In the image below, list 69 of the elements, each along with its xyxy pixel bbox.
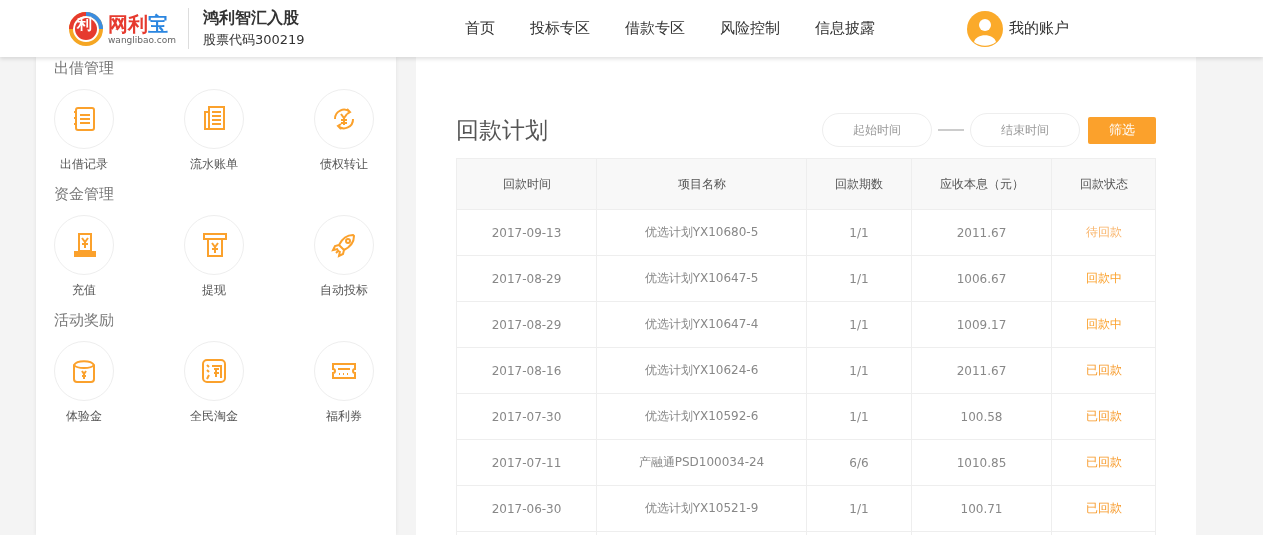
table-cell: 100.71 — [911, 485, 1052, 532]
column-header: 项目名称 — [596, 158, 807, 210]
logo-name-suffix: 宝 — [148, 11, 168, 36]
column-header: 应收本息（元） — [911, 158, 1052, 210]
nav-link[interactable]: 首页 — [464, 19, 495, 38]
column-header: 回款期数 — [806, 158, 912, 210]
table-cell: 1/1 — [806, 209, 912, 256]
menu-label: 债权转让 — [319, 156, 369, 173]
status-cell: 待回款 — [1051, 209, 1156, 256]
status-cell: 已回款 — [1051, 439, 1156, 486]
table-cell: 优选计划YX10647-4 — [596, 301, 807, 348]
table-cell: 1009.17 — [911, 301, 1052, 348]
menu-label: 福利券 — [325, 408, 363, 425]
status-cell: 已回款 — [1051, 393, 1156, 440]
stock-code: 股票代码300219 — [202, 31, 305, 49]
table-cell: 2017-08-16 — [456, 347, 597, 394]
table-cell: 6/6 — [806, 439, 912, 486]
logo-name: 网利 — [108, 11, 148, 36]
menu-label: 自动投标 — [319, 282, 369, 299]
table-cell: 优选计划YX10624-6 — [596, 347, 807, 394]
table-cell: 优选计划YX10521-9 — [596, 485, 807, 532]
menu-label: 流水账单 — [189, 156, 239, 173]
account-link[interactable]: 我的账户 — [1008, 19, 1069, 38]
start-date-field[interactable]: 起始时间 — [822, 113, 932, 147]
table-cell: 优选计划YX10592-6 — [596, 393, 807, 440]
table-cell: 2017-08-29 — [456, 255, 597, 302]
section-title: 活动奖励 — [54, 310, 115, 331]
end-date-field[interactable]: 结束时间 — [970, 113, 1080, 147]
section-title: 资金管理 — [54, 184, 115, 205]
menu-label: 出借记录 — [59, 156, 109, 173]
table-cell: 2017-08-29 — [456, 301, 597, 348]
column-header: 回款时间 — [456, 158, 597, 210]
avatar-icon[interactable] — [966, 10, 1003, 47]
slogan: 鸿利智汇入股 — [202, 8, 300, 29]
logo-domain: wanglibao.com — [108, 34, 176, 45]
logo-icon — [68, 10, 104, 47]
menu-label: 体验金 — [65, 408, 103, 425]
nav-link[interactable]: 信息披露 — [814, 19, 875, 38]
table-cell: 2011.67 — [911, 209, 1052, 256]
menu-label: 全民淘金 — [189, 408, 239, 425]
status-cell: 回款中 — [1051, 255, 1156, 302]
table-cell: 2011.67 — [911, 347, 1052, 394]
nav-link[interactable]: 投标专区 — [529, 19, 590, 38]
page-title: 回款计划 — [456, 115, 548, 145]
table-cell: 2017-07-30 — [456, 393, 597, 440]
status-cell: 已回款 — [1051, 347, 1156, 394]
status-cell: 已回款 — [1051, 485, 1156, 532]
menu-icon-button[interactable] — [184, 89, 244, 149]
table-cell: 1/1 — [806, 485, 912, 532]
table-cell: 优选计划YX10680-5 — [596, 209, 807, 256]
table-cell: 1010.85 — [911, 439, 1052, 486]
column-header: 回款状态 — [1051, 158, 1156, 210]
section-title: 出借管理 — [54, 58, 115, 79]
nav-link[interactable]: 风险控制 — [719, 19, 780, 38]
menu-label: 提现 — [201, 282, 227, 299]
table-cell: 2017-06-30 — [456, 485, 597, 532]
table-cell: 1/1 — [806, 301, 912, 348]
table-cell: 1/1 — [806, 255, 912, 302]
table-cell: 2017-07-11 — [456, 439, 597, 486]
nav-link[interactable]: 借款专区 — [624, 19, 685, 38]
table-cell: 1/1 — [806, 347, 912, 394]
table-cell: 2017-09-13 — [456, 209, 597, 256]
menu-label: 充值 — [71, 282, 97, 299]
status-cell: 回款中 — [1051, 301, 1156, 348]
table-cell: 优选计划YX10647-5 — [596, 255, 807, 302]
table-cell: 100.58 — [911, 393, 1052, 440]
table-cell: 1006.67 — [911, 255, 1052, 302]
table-cell: 产融通PSD100034-24 — [596, 439, 807, 486]
table-cell: 1/1 — [806, 393, 912, 440]
